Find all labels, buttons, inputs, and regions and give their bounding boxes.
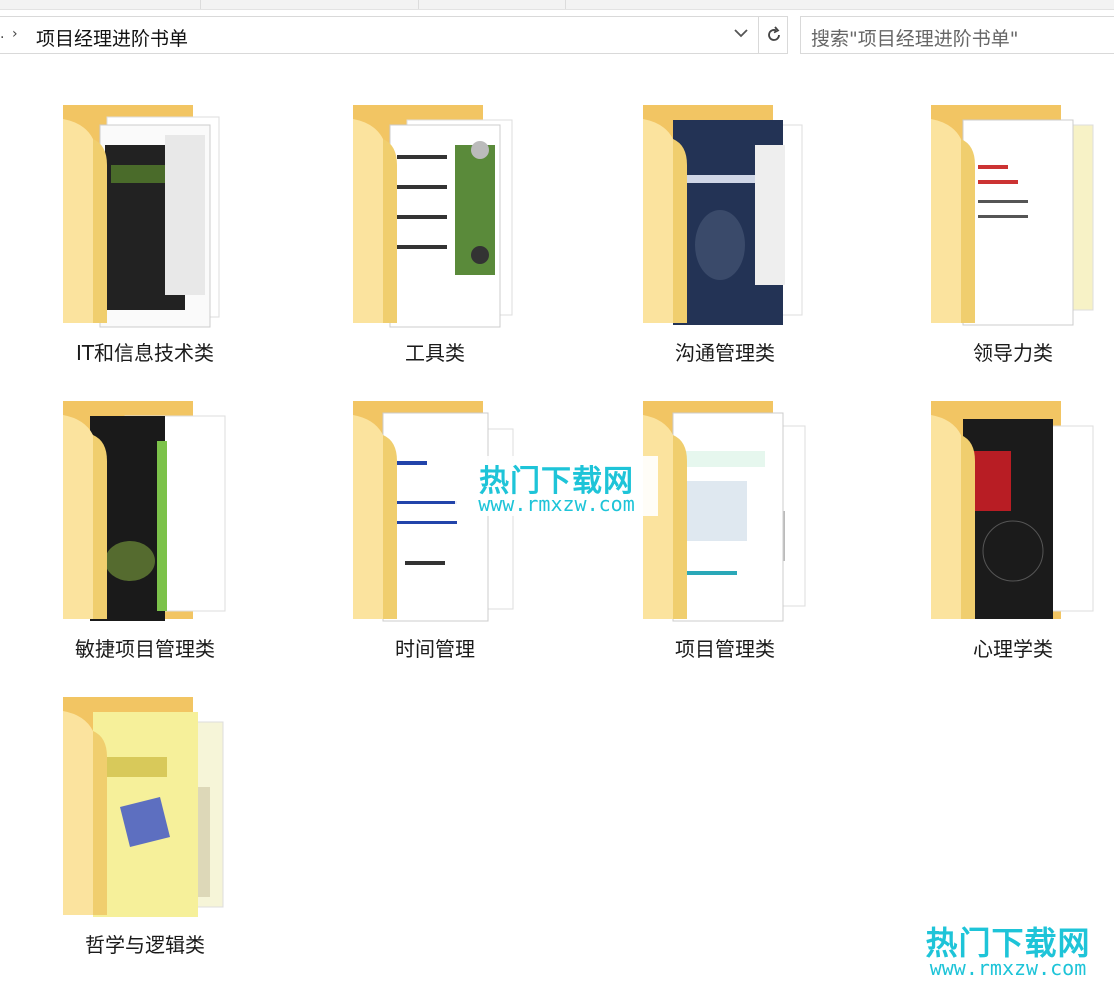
- folder-icon: [931, 401, 1094, 619]
- folder-icon: [63, 697, 224, 917]
- chevron-down-icon[interactable]: [734, 26, 748, 42]
- breadcrumb-overflow-icon[interactable]: .: [0, 26, 4, 42]
- folder-label[interactable]: 心理学类: [913, 633, 1113, 662]
- folder-item[interactable]: 工具类: [335, 105, 535, 380]
- title-bar-strip: [0, 0, 1114, 10]
- folder-item[interactable]: 心理学类: [913, 401, 1113, 676]
- folder-label[interactable]: 哲学与逻辑类: [45, 929, 245, 958]
- folder-item[interactable]: 敏捷项目管理类: [45, 401, 245, 676]
- address-bar[interactable]: . › 项目经理进阶书单: [0, 16, 788, 54]
- tab-divider: [200, 0, 201, 9]
- folder-label[interactable]: 沟通管理类: [625, 337, 825, 366]
- folder-item[interactable]: IT和信息技术类: [45, 105, 245, 380]
- breadcrumb-current-folder[interactable]: 项目经理进阶书单: [36, 24, 188, 51]
- folder-label[interactable]: 敏捷项目管理类: [45, 633, 245, 662]
- tab-divider: [418, 0, 419, 9]
- folder-icon: [643, 105, 803, 325]
- folder-icon: [63, 105, 220, 328]
- folder-item[interactable]: 沟通管理类: [625, 105, 825, 380]
- breadcrumb-separator[interactable]: ›: [12, 26, 18, 42]
- folder-label[interactable]: 时间管理: [335, 633, 535, 662]
- folder-label[interactable]: 工具类: [335, 337, 535, 366]
- watermark-url: www.rmxzw.com: [478, 492, 635, 516]
- refresh-icon[interactable]: [758, 17, 788, 53]
- search-input[interactable]: 搜索"项目经理进阶书单": [800, 16, 1114, 54]
- folder-icon: [353, 105, 513, 328]
- folder-item[interactable]: 时间管理: [335, 401, 535, 676]
- folder-label[interactable]: IT和信息技术类: [45, 337, 245, 366]
- folder-item[interactable]: 哲学与逻辑类: [45, 697, 245, 972]
- watermark-overlay: 热门下载网 www.rmxzw.com: [903, 912, 1113, 980]
- folder-icon: [931, 105, 1094, 326]
- folder-item[interactable]: 项目管理类: [625, 401, 825, 676]
- watermark-url: www.rmxzw.com: [929, 956, 1087, 980]
- watermark-overlay: 热门下载网 www.rmxzw.com: [455, 456, 658, 516]
- search-placeholder: 搜索"项目经理进阶书单": [811, 28, 1019, 50]
- folder-item[interactable]: 领导力类: [913, 105, 1113, 380]
- tab-divider: [565, 0, 566, 9]
- folder-icon: [63, 401, 226, 621]
- folder-label[interactable]: 领导力类: [913, 337, 1113, 366]
- folder-label[interactable]: 项目管理类: [625, 633, 825, 662]
